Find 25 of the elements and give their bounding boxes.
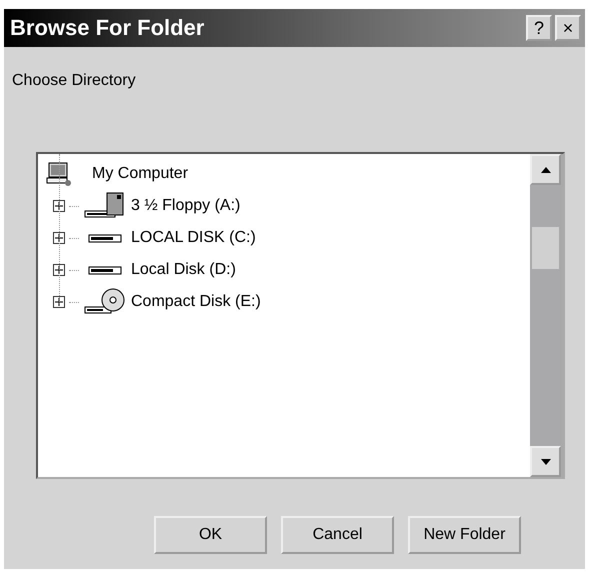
dialog-button[interactable]: New Folder [408, 516, 521, 554]
scroll-up-button[interactable] [530, 154, 561, 185]
expand-icon[interactable] [53, 232, 65, 244]
tree-item[interactable]: 3 ½ Floppy (A:) [46, 190, 530, 222]
help-button[interactable]: ? [526, 15, 552, 41]
scroll-down-button[interactable] [530, 446, 561, 477]
dialog-button[interactable]: OK [154, 516, 267, 554]
scroll-thumb[interactable] [532, 227, 559, 269]
computer-icon [46, 161, 72, 187]
tree-item[interactable]: Compact Disk (E:) [46, 286, 530, 318]
tree-item[interactable]: Local Disk (D:) [46, 254, 530, 286]
tree-item[interactable]: LOCAL DISK (C:) [46, 222, 530, 254]
up-arrow-icon [540, 166, 550, 172]
dialog-button[interactable]: Cancel [281, 516, 394, 554]
down-arrow-icon [540, 458, 550, 464]
prompt-text: Choose Directory [12, 72, 137, 90]
expand-icon[interactable] [53, 264, 65, 276]
tree-item[interactable]: My Computer [46, 158, 530, 190]
window-title: Browse For Folder [10, 15, 206, 41]
scrollbar[interactable] [530, 154, 563, 477]
hard-drive-icon [88, 266, 122, 274]
hard-drive-icon [88, 234, 122, 242]
close-button[interactable]: × [555, 15, 581, 41]
expand-icon[interactable] [53, 200, 65, 212]
expand-icon[interactable] [53, 296, 65, 308]
